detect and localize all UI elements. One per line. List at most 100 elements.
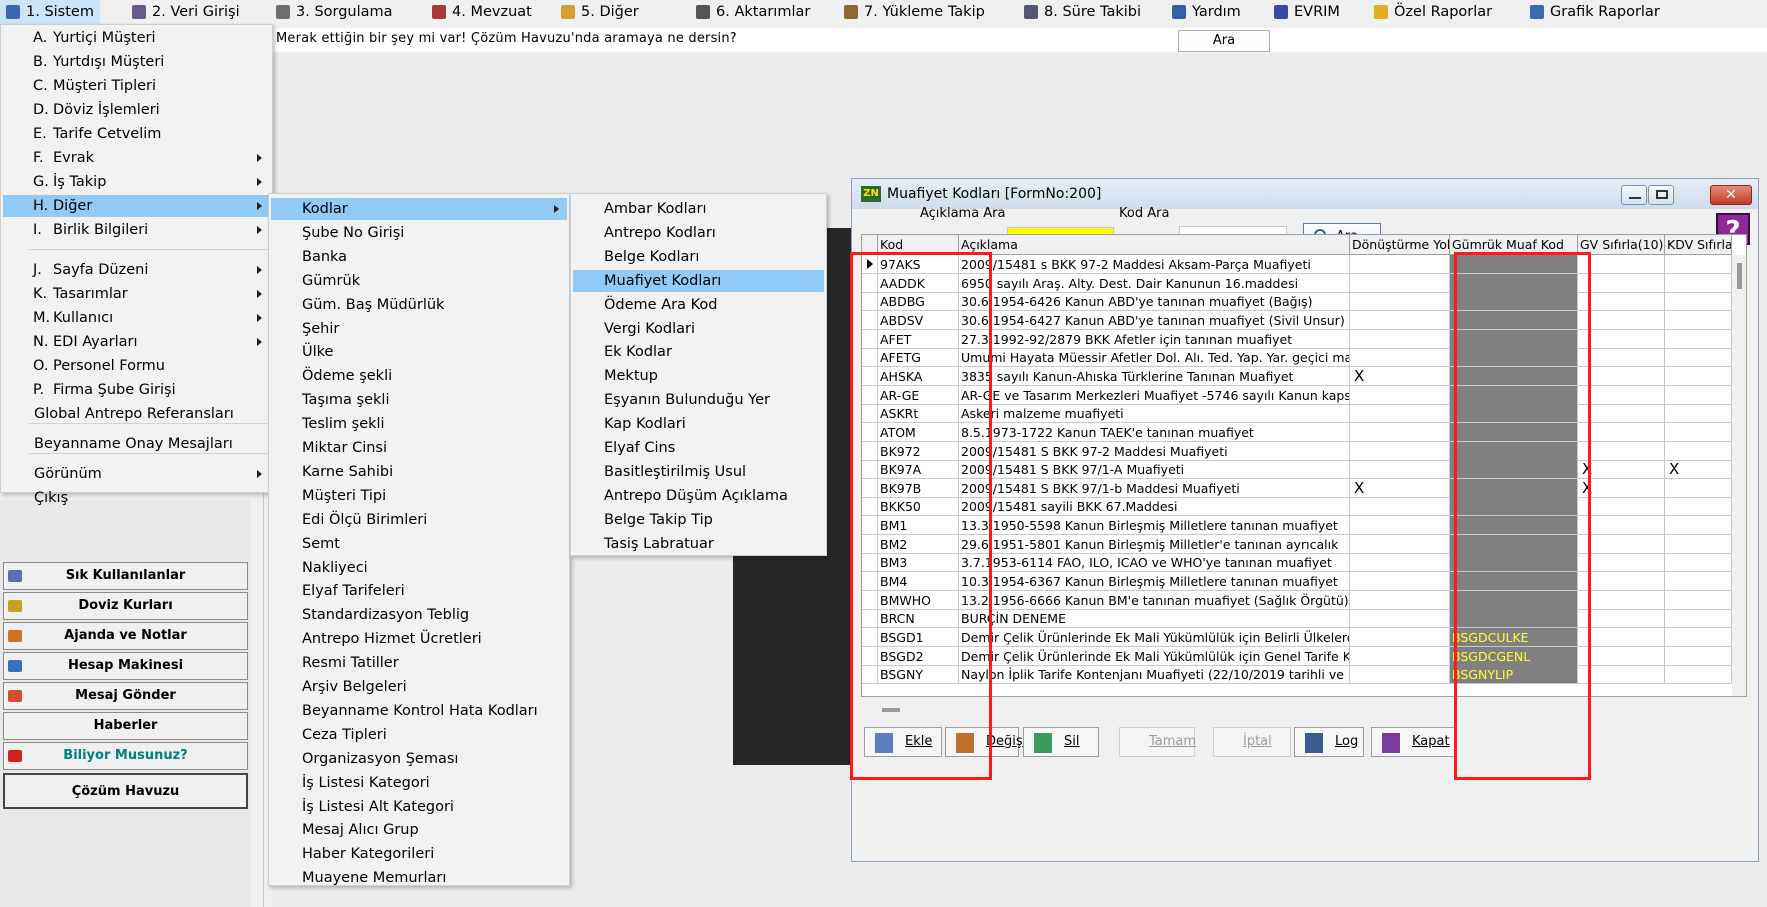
table-cell[interactable]: BURÇİN DENEME <box>959 609 1350 629</box>
diger-submenu-item-18[interactable]: Antrepo Hizmet Ücretleri <box>271 628 567 650</box>
table-cell[interactable] <box>1350 516 1450 536</box>
table-cell[interactable]: 2009/15481 S BKK 97-2 Maddesi Muafiyeti <box>959 441 1350 461</box>
diger-submenu-item-23[interactable]: Organizasyon Şeması <box>271 748 567 770</box>
table-cell[interactable]: Umumi Hayata Müessir Afetler Dol. Alı. T… <box>959 348 1350 368</box>
table-row[interactable]: AHSKA 3835 sayılı Kanun-Ahıska Türklerine… <box>862 366 1746 386</box>
diger-submenu-item-24[interactable]: İş Listesi Kategori <box>271 772 567 794</box>
table-cell[interactable] <box>1350 348 1450 368</box>
sistem-menu-item-3[interactable]: D. Döviz İşlemleri <box>3 99 270 121</box>
diger-submenu-item-6[interactable]: Ülke <box>271 341 567 363</box>
menubar-item-4[interactable]: 5. Diğer <box>555 0 645 24</box>
sistem-menu-item-10[interactable]: K. Tasarımlar <box>3 283 270 305</box>
table-cell[interactable] <box>1578 572 1665 592</box>
diger-submenu-item-8[interactable]: Taşıma şekli <box>271 389 567 411</box>
diger-submenu-item-26[interactable]: Mesaj Alıcı Grup <box>271 819 567 841</box>
kodlar-submenu-item-8[interactable]: Eşyanın Bulunduğu Yer <box>573 389 824 411</box>
sistem-menu-item-1[interactable]: B. Yurtdışı Müşteri <box>3 51 270 73</box>
column-header-5[interactable]: KDV Sıfırla(4 <box>1665 235 1732 255</box>
table-row[interactable]: ASKRt Askeri malzeme muafiyeti <box>862 404 1746 424</box>
table-cell[interactable] <box>1578 273 1665 293</box>
kodlar-submenu-item-5[interactable]: Vergi Kodlari <box>573 318 824 340</box>
table-cell[interactable] <box>1578 553 1665 573</box>
button-sil[interactable]: Sil <box>1023 727 1099 757</box>
table-cell[interactable]: 3835 sayılı Kanun-Ahıska Türklerine Tanı… <box>959 366 1350 386</box>
table-row[interactable]: BKK50 2009/15481 sayili BKK 67.Maddesi <box>862 497 1746 517</box>
column-header-4[interactable]: GV Sıfırla(10) <box>1578 235 1665 255</box>
sistem-menu-item-12[interactable]: N. EDI Ayarları <box>3 331 270 353</box>
table-cell[interactable] <box>1665 273 1732 293</box>
diger-submenu-item-16[interactable]: Elyaf Tarifeleri <box>271 580 567 602</box>
table-cell[interactable] <box>1578 516 1665 536</box>
kodlar-submenu-item-9[interactable]: Kap Kodlari <box>573 413 824 435</box>
diger-submenu-item-4[interactable]: Güm. Baş Müdürlük <box>271 294 567 316</box>
table-cell[interactable] <box>1350 628 1450 647</box>
table-row[interactable]: BMWHO 13.2.1956-6666 Kanun BM'e tanınan m… <box>862 590 1746 610</box>
left-panel-button-6[interactable]: Biliyor Musunuz? <box>3 742 248 770</box>
table-cell[interactable]: 10.3.1954-6367 Kanun Birleşmiş Milletler… <box>959 572 1350 592</box>
kodlar-submenu-item-2[interactable]: Belge Kodları <box>573 246 824 268</box>
table-cell[interactable] <box>1665 553 1732 573</box>
table-row[interactable]: AADDK 6950 sayılı Araş. Alty. Dest. Dair … <box>862 273 1746 293</box>
table-cell[interactable]: 27.3.1992-92/2879 BKK Afetler için tanın… <box>959 329 1350 349</box>
left-panel-button-1[interactable]: Doviz Kurları <box>3 592 248 620</box>
table-cell[interactable]: 8.5.1973-1722 Kanun TAEK'e tanınan muafi… <box>959 422 1350 442</box>
kodlar-submenu-item-11[interactable]: Basitleştirilmiş Usul <box>573 461 824 483</box>
table-cell[interactable] <box>1665 497 1732 517</box>
table-row[interactable]: BSGNY Naylon İplik Tarife Kontenjanı Muaf… <box>862 665 1746 685</box>
kodlar-submenu-item-7[interactable]: Mektup <box>573 365 824 387</box>
table-cell[interactable]: AR-GE ve Tasarım Merkezleri Muafiyet -57… <box>959 385 1350 405</box>
table-cell[interactable]: X <box>1665 460 1732 480</box>
table-cell[interactable] <box>1665 366 1732 386</box>
table-cell[interactable]: Demir Çelik Ürünlerinde Ek Mali Yükümlül… <box>959 646 1350 666</box>
menubar-item-11[interactable]: Grafik Raporlar <box>1524 0 1666 24</box>
table-row[interactable]: BM3 3.7.1953-6114 FAO, ILO, ICAO ve WHO'y… <box>862 553 1746 573</box>
diger-submenu-item-12[interactable]: Müşteri Tipi <box>271 485 567 507</box>
diger-submenu-item-17[interactable]: Standardizasyon Teblig <box>271 604 567 626</box>
table-cell[interactable] <box>1578 422 1665 442</box>
table-cell[interactable] <box>1350 404 1450 424</box>
diger-submenu-item-7[interactable]: Ödeme şekli <box>271 365 567 387</box>
table-cell[interactable] <box>1578 310 1665 330</box>
menubar-item-5[interactable]: 6. Aktarımlar <box>690 0 816 24</box>
left-panel-button-4[interactable]: Mesaj Gönder <box>3 682 248 710</box>
menubar-item-2[interactable]: 3. Sorgulama <box>270 0 399 24</box>
table-cell[interactable] <box>1665 628 1732 647</box>
table-cell[interactable] <box>1350 292 1450 312</box>
table-row[interactable]: BM4 10.3.1954-6367 Kanun Birleşmiş Millet… <box>862 572 1746 592</box>
table-cell[interactable] <box>1578 665 1665 685</box>
table-row[interactable]: BSGD1 Demir Çelik Ürünlerinde Ek Mali Yük… <box>862 628 1746 647</box>
menubar-item-3[interactable]: 4. Mevzuat <box>426 0 538 24</box>
table-cell[interactable] <box>1350 273 1450 293</box>
sistem-menu-item-15[interactable]: Global Antrepo Referansları <box>3 403 270 425</box>
table-cell[interactable] <box>1350 460 1450 480</box>
sistem-menu-item-17[interactable]: Görünüm <box>3 463 270 485</box>
table-cell[interactable]: X <box>1350 478 1450 498</box>
sistem-menu-item-7[interactable]: H. Diğer <box>3 195 270 217</box>
diger-submenu-item-3[interactable]: Gümrük <box>271 270 567 292</box>
table-cell[interactable]: Askeri malzeme muafiyeti <box>959 404 1350 424</box>
table-row[interactable]: BM2 29.6.1951-5801 Kanun Birleşmiş Millet… <box>862 534 1746 554</box>
kodlar-submenu-item-12[interactable]: Antrepo Düşüm Açıklama <box>573 485 824 507</box>
table-cell[interactable]: 2009/15481 S BKK 97/1-A Muafiyeti <box>959 460 1350 480</box>
left-panel-button-0[interactable]: Sık Kullanılanlar <box>3 562 248 590</box>
diger-submenu-item-25[interactable]: İş Listesi Alt Kategori <box>271 796 567 818</box>
menubar-item-10[interactable]: Özel Raporlar <box>1368 0 1498 24</box>
diger-submenu-item-0[interactable]: Kodlar <box>271 198 567 220</box>
table-cell[interactable]: 3.7.1953-6114 FAO, ILO, ICAO ve WHO'ye t… <box>959 553 1350 573</box>
table-cell[interactable] <box>1665 404 1732 424</box>
table-cell[interactable] <box>1665 329 1732 349</box>
diger-submenu-item-14[interactable]: Semt <box>271 533 567 555</box>
table-cell[interactable]: 6950 sayılı Araş. Alty. Dest. Dair Kanun… <box>959 273 1350 293</box>
table-cell[interactable] <box>1350 422 1450 442</box>
table-cell[interactable] <box>1578 441 1665 461</box>
menubar-item-9[interactable]: EVRIM <box>1268 0 1346 24</box>
diger-submenu-item-27[interactable]: Haber Kategorileri <box>271 843 567 865</box>
table-cell[interactable] <box>1578 366 1665 386</box>
button-kapat[interactable]: Kapat <box>1371 727 1457 757</box>
table-cell[interactable] <box>1665 441 1732 461</box>
diger-submenu-item-19[interactable]: Resmi Tatiller <box>271 652 567 674</box>
table-cell[interactable]: 30.6.1954-6427 Kanun ABD'ye tanınan muaf… <box>959 310 1350 330</box>
table-cell[interactable] <box>1578 534 1665 554</box>
table-cell[interactable] <box>1578 329 1665 349</box>
diger-submenu-item-10[interactable]: Miktar Cinsi <box>271 437 567 459</box>
